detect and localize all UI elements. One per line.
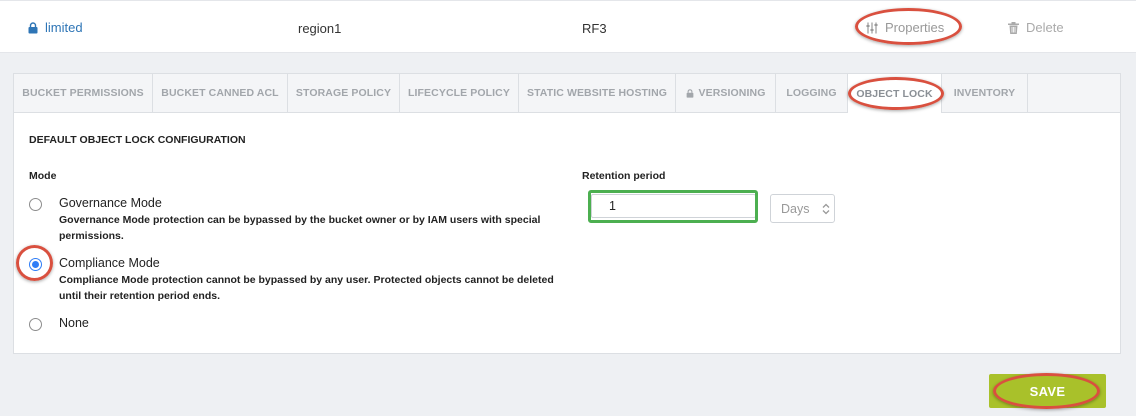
tab-static-website-hosting[interactable]: STATIC WEBSITE HOSTING: [519, 74, 676, 112]
governance-mode-description: Governance Mode protection can be bypass…: [59, 214, 541, 242]
tab-label: BUCKET CANNED ACL: [161, 87, 279, 99]
tab-logging[interactable]: LOGGING: [776, 74, 848, 112]
bucket-name-label: limited: [45, 20, 83, 35]
tab-label: STATIC WEBSITE HOSTING: [526, 87, 668, 99]
tab-bucket-permissions[interactable]: BUCKET PERMISSIONS: [14, 74, 153, 112]
retention-unit-select[interactable]: Days: [770, 194, 835, 223]
bucket-name-link[interactable]: limited: [28, 20, 83, 35]
tab-inventory[interactable]: INVENTORY: [942, 74, 1028, 112]
tab-label: VERSIONING: [698, 87, 766, 99]
delete-button[interactable]: Delete: [1008, 20, 1064, 35]
retention-period-label: Retention period: [582, 170, 666, 182]
sliders-icon: [866, 22, 878, 33]
lock-icon: [686, 88, 693, 98]
tab-object-lock[interactable]: OBJECT LOCK: [848, 74, 942, 113]
lock-icon: [28, 21, 38, 33]
none-mode-radio[interactable]: [29, 318, 42, 331]
bucket-region: region1: [298, 21, 342, 36]
section-title: DEFAULT OBJECT LOCK CONFIGURATION: [29, 134, 246, 146]
up-down-chevron-icon: [822, 203, 830, 215]
tab-bucket-canned-acl[interactable]: BUCKET CANNED ACL: [153, 74, 288, 112]
none-mode-title: None: [59, 316, 89, 330]
tab-label: LIFECYCLE POLICY: [408, 87, 510, 99]
tab-label: STORAGE POLICY: [295, 87, 392, 99]
tab-storage-policy[interactable]: STORAGE POLICY: [288, 74, 400, 112]
retention-period-input[interactable]: [591, 194, 756, 218]
properties-button[interactable]: Properties: [866, 20, 944, 35]
tab-lifecycle-policy[interactable]: LIFECYCLE POLICY: [400, 74, 519, 112]
tab-label: LOGGING: [786, 87, 837, 99]
save-button[interactable]: SAVE: [989, 374, 1106, 408]
bucket-settings-panel: BUCKET PERMISSIONS BUCKET CANNED ACL STO…: [13, 73, 1121, 354]
compliance-mode-title: Compliance Mode: [59, 256, 160, 270]
tab-versioning[interactable]: VERSIONING: [676, 74, 776, 112]
tab-label: INVENTORY: [953, 87, 1016, 99]
governance-mode-title: Governance Mode: [59, 196, 162, 210]
delete-label: Delete: [1026, 20, 1064, 35]
trash-icon: [1008, 21, 1019, 34]
properties-label: Properties: [885, 20, 945, 35]
governance-mode-radio[interactable]: [29, 198, 42, 211]
settings-tabs: BUCKET PERMISSIONS BUCKET CANNED ACL STO…: [14, 74, 1120, 113]
mode-label: Mode: [29, 170, 57, 182]
tab-label: OBJECT LOCK: [856, 87, 933, 100]
bucket-row: limited region1 RF3 Properties Delete: [0, 0, 1136, 53]
retention-unit-value: Days: [781, 201, 810, 216]
compliance-mode-radio[interactable]: [29, 258, 42, 271]
bucket-storage-policy: RF3: [582, 21, 607, 36]
compliance-mode-description: Compliance Mode protection cannot be byp…: [59, 274, 554, 302]
tab-label: BUCKET PERMISSIONS: [22, 87, 144, 99]
